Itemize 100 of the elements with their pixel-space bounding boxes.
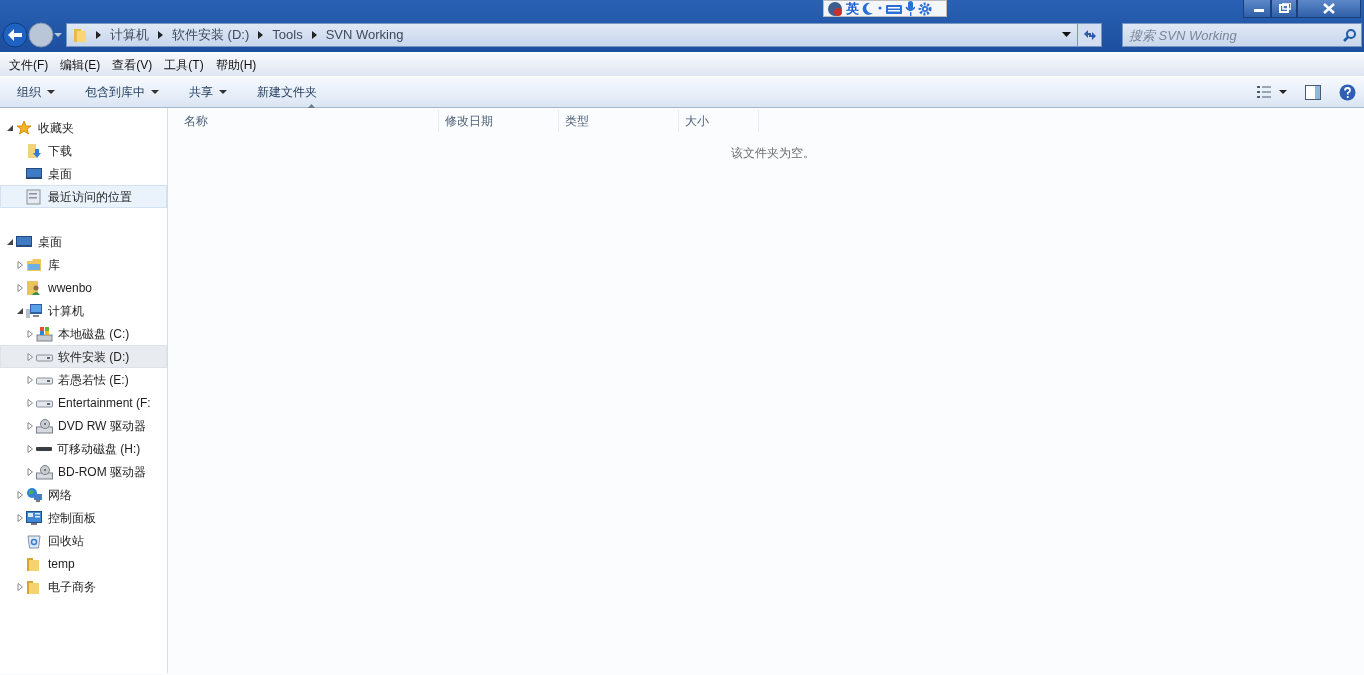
tree-label: 网络: [48, 486, 72, 504]
toolbar-button[interactable]: 组织: [8, 79, 64, 105]
expand-arrow-icon[interactable]: [26, 467, 34, 476]
menu-item[interactable]: 工具(T): [158, 56, 210, 74]
search-icon[interactable]: [1343, 28, 1357, 42]
history-dropdown-icon[interactable]: [54, 32, 62, 38]
back-button[interactable]: [2, 22, 28, 48]
keyboard-icon[interactable]: [886, 2, 902, 15]
tree-label: BD-ROM 驱动器: [58, 463, 146, 481]
tree-item[interactable]: 控制面板: [0, 506, 167, 529]
tree-item[interactable]: 若愚若怯 (E:): [0, 368, 167, 391]
breadcrumb-link[interactable]: Tools: [272, 25, 303, 45]
search-field[interactable]: 搜索 SVN Working: [1122, 23, 1362, 47]
menu-item[interactable]: 查看(V): [106, 56, 159, 74]
breadcrumb-link[interactable]: SVN Working: [325, 25, 404, 45]
tree-item[interactable]: Entertainment (F:: [0, 391, 167, 414]
tree-item[interactable]: wwenbo: [0, 276, 167, 299]
expand-arrow-icon[interactable]: [26, 398, 34, 407]
preview-pane-icon[interactable]: [1305, 84, 1321, 100]
tree-item[interactable]: 下载: [0, 139, 167, 162]
system-drive-icon: [36, 325, 53, 342]
tree-item[interactable]: 库: [0, 253, 167, 276]
menu-item[interactable]: 文件(F): [3, 56, 55, 74]
tree-item[interactable]: 本地磁盘 (C:): [0, 322, 167, 345]
refresh-icon: [1082, 29, 1097, 41]
toolbar-button[interactable]: 新建文件夹: [248, 79, 326, 105]
column-header[interactable]: 修改日期: [439, 110, 559, 132]
expand-arrow-icon[interactable]: [16, 490, 24, 499]
tree-item[interactable]: BD-ROM 驱动器: [0, 460, 167, 483]
menu-item[interactable]: 帮助(H): [209, 56, 263, 74]
tree-item[interactable]: DVD RW 驱动器: [0, 414, 167, 437]
folder-icon: [73, 27, 87, 43]
tree-label: temp: [48, 555, 75, 573]
library-icon: [26, 256, 43, 273]
expand-arrow-icon[interactable]: [26, 375, 34, 384]
toolbar-button[interactable]: 共享: [180, 79, 236, 105]
network-icon: [26, 486, 43, 503]
tree-label: 电子商务: [48, 578, 96, 596]
help-icon[interactable]: [1339, 83, 1356, 101]
tree-label: 控制面板: [48, 509, 96, 527]
tree-label: 收藏夹: [38, 119, 74, 137]
forward-button[interactable]: [28, 22, 54, 48]
expand-arrow-icon[interactable]: [16, 513, 24, 522]
download-folder-icon: [26, 142, 43, 159]
collapse-arrow-icon[interactable]: [16, 306, 24, 315]
column-header[interactable]: 类型: [559, 110, 679, 132]
tree-label: 若愚若怯 (E:): [58, 371, 129, 389]
empty-folder-message: 该文件夹为空。: [731, 146, 815, 160]
settings-icon[interactable]: [918, 1, 932, 16]
chevron-icon[interactable]: [258, 31, 264, 39]
tree-item[interactable]: 电子商务: [0, 575, 167, 598]
dropdown-icon[interactable]: [1062, 32, 1071, 38]
address-bar[interactable]: 计算机 软件安装 (D:) Tools SVN Working: [66, 23, 1078, 47]
tree-item[interactable]: 网络: [0, 483, 167, 506]
tree-item[interactable]: 桌面: [0, 162, 167, 185]
tree-item[interactable]: 可移动磁盘 (H:): [0, 437, 167, 460]
expand-arrow-icon[interactable]: [26, 329, 34, 338]
chevron-icon[interactable]: [96, 31, 101, 39]
expand-arrow-icon[interactable]: [16, 283, 24, 292]
computer-icon: [26, 302, 43, 319]
close-icon: [1322, 3, 1336, 14]
expand-arrow-icon[interactable]: [26, 444, 34, 453]
toolbar-button[interactable]: 包含到库中: [76, 79, 168, 105]
ime-toolbar[interactable]: 英: [823, 0, 947, 17]
refresh-button[interactable]: [1078, 23, 1102, 47]
collapse-arrow-icon[interactable]: [6, 237, 14, 246]
tree-item[interactable]: 收藏夹: [0, 116, 167, 139]
tree-label: Entertainment (F:: [58, 394, 151, 412]
expand-arrow-icon[interactable]: [16, 582, 24, 591]
tree-item[interactable]: 桌面: [0, 230, 167, 253]
collapse-arrow-icon[interactable]: [6, 123, 14, 132]
optical-drive-icon: [36, 417, 53, 434]
minimize-button[interactable]: [1243, 0, 1271, 18]
microphone-icon[interactable]: [905, 1, 915, 16]
tree-label: wwenbo: [48, 279, 93, 297]
restore-icon: [1277, 3, 1291, 14]
control-panel-icon: [26, 509, 43, 526]
tree-item[interactable]: 计算机: [0, 299, 167, 322]
chevron-icon[interactable]: [158, 31, 163, 39]
tree-item[interactable]: temp: [0, 552, 167, 575]
breadcrumb-link[interactable]: 计算机: [110, 25, 149, 45]
tree-item[interactable]: 回收站: [0, 529, 167, 552]
removable-drive-icon: [36, 446, 52, 451]
breadcrumb-link[interactable]: 软件安装 (D:): [172, 25, 250, 45]
star-icon: [16, 119, 33, 136]
moon-icon[interactable]: [862, 1, 874, 16]
column-header[interactable]: 大小: [679, 110, 759, 132]
restore-button[interactable]: [1271, 0, 1297, 18]
tree-label: 库: [48, 256, 60, 274]
close-button[interactable]: [1297, 0, 1361, 18]
tree-item[interactable]: 最近访问的位置: [0, 185, 167, 208]
tree-item[interactable]: 软件安装 (D:): [0, 345, 167, 368]
ime-mode[interactable]: 英: [846, 2, 859, 15]
expand-arrow-icon[interactable]: [26, 352, 34, 361]
column-header[interactable]: 名称: [178, 110, 439, 132]
expand-arrow-icon[interactable]: [16, 260, 24, 269]
view-options-icon[interactable]: [1257, 85, 1287, 99]
menu-item[interactable]: 编辑(E): [54, 56, 107, 74]
expand-arrow-icon[interactable]: [26, 421, 34, 430]
chevron-icon[interactable]: [311, 31, 317, 39]
